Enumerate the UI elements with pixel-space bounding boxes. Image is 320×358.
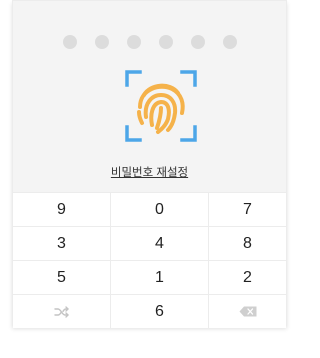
- key-2[interactable]: 2: [209, 260, 286, 294]
- key-6[interactable]: 6: [111, 294, 209, 328]
- shuffle-button[interactable]: [13, 294, 111, 328]
- reset-password-link-wrap: 비밀번호 재설정: [13, 164, 286, 180]
- key-9[interactable]: 9: [13, 192, 111, 226]
- key-7[interactable]: 7: [209, 192, 286, 226]
- pin-dot: [190, 35, 205, 49]
- pin-dot: [62, 35, 77, 49]
- backspace-icon: [239, 306, 256, 317]
- key-4[interactable]: 4: [111, 226, 209, 260]
- lock-panel: 비밀번호 재설정 9 0 7 3 4 8 5 1 2 6: [12, 0, 287, 328]
- key-8[interactable]: 8: [209, 226, 286, 260]
- fingerprint-icon[interactable]: [124, 69, 198, 143]
- number-keypad: 9 0 7 3 4 8 5 1 2 6: [13, 192, 286, 328]
- pin-dot: [94, 35, 109, 49]
- pin-dot: [158, 35, 173, 49]
- pin-dot: [222, 35, 237, 49]
- pin-dot: [126, 35, 141, 49]
- reset-password-link[interactable]: 비밀번호 재설정: [111, 167, 188, 179]
- key-0[interactable]: 0: [111, 192, 209, 226]
- shuffle-icon: [53, 305, 69, 318]
- key-5[interactable]: 5: [13, 260, 111, 294]
- key-1[interactable]: 1: [111, 260, 209, 294]
- pin-indicator: [13, 35, 286, 49]
- key-3[interactable]: 3: [13, 226, 111, 260]
- backspace-button[interactable]: [209, 294, 286, 328]
